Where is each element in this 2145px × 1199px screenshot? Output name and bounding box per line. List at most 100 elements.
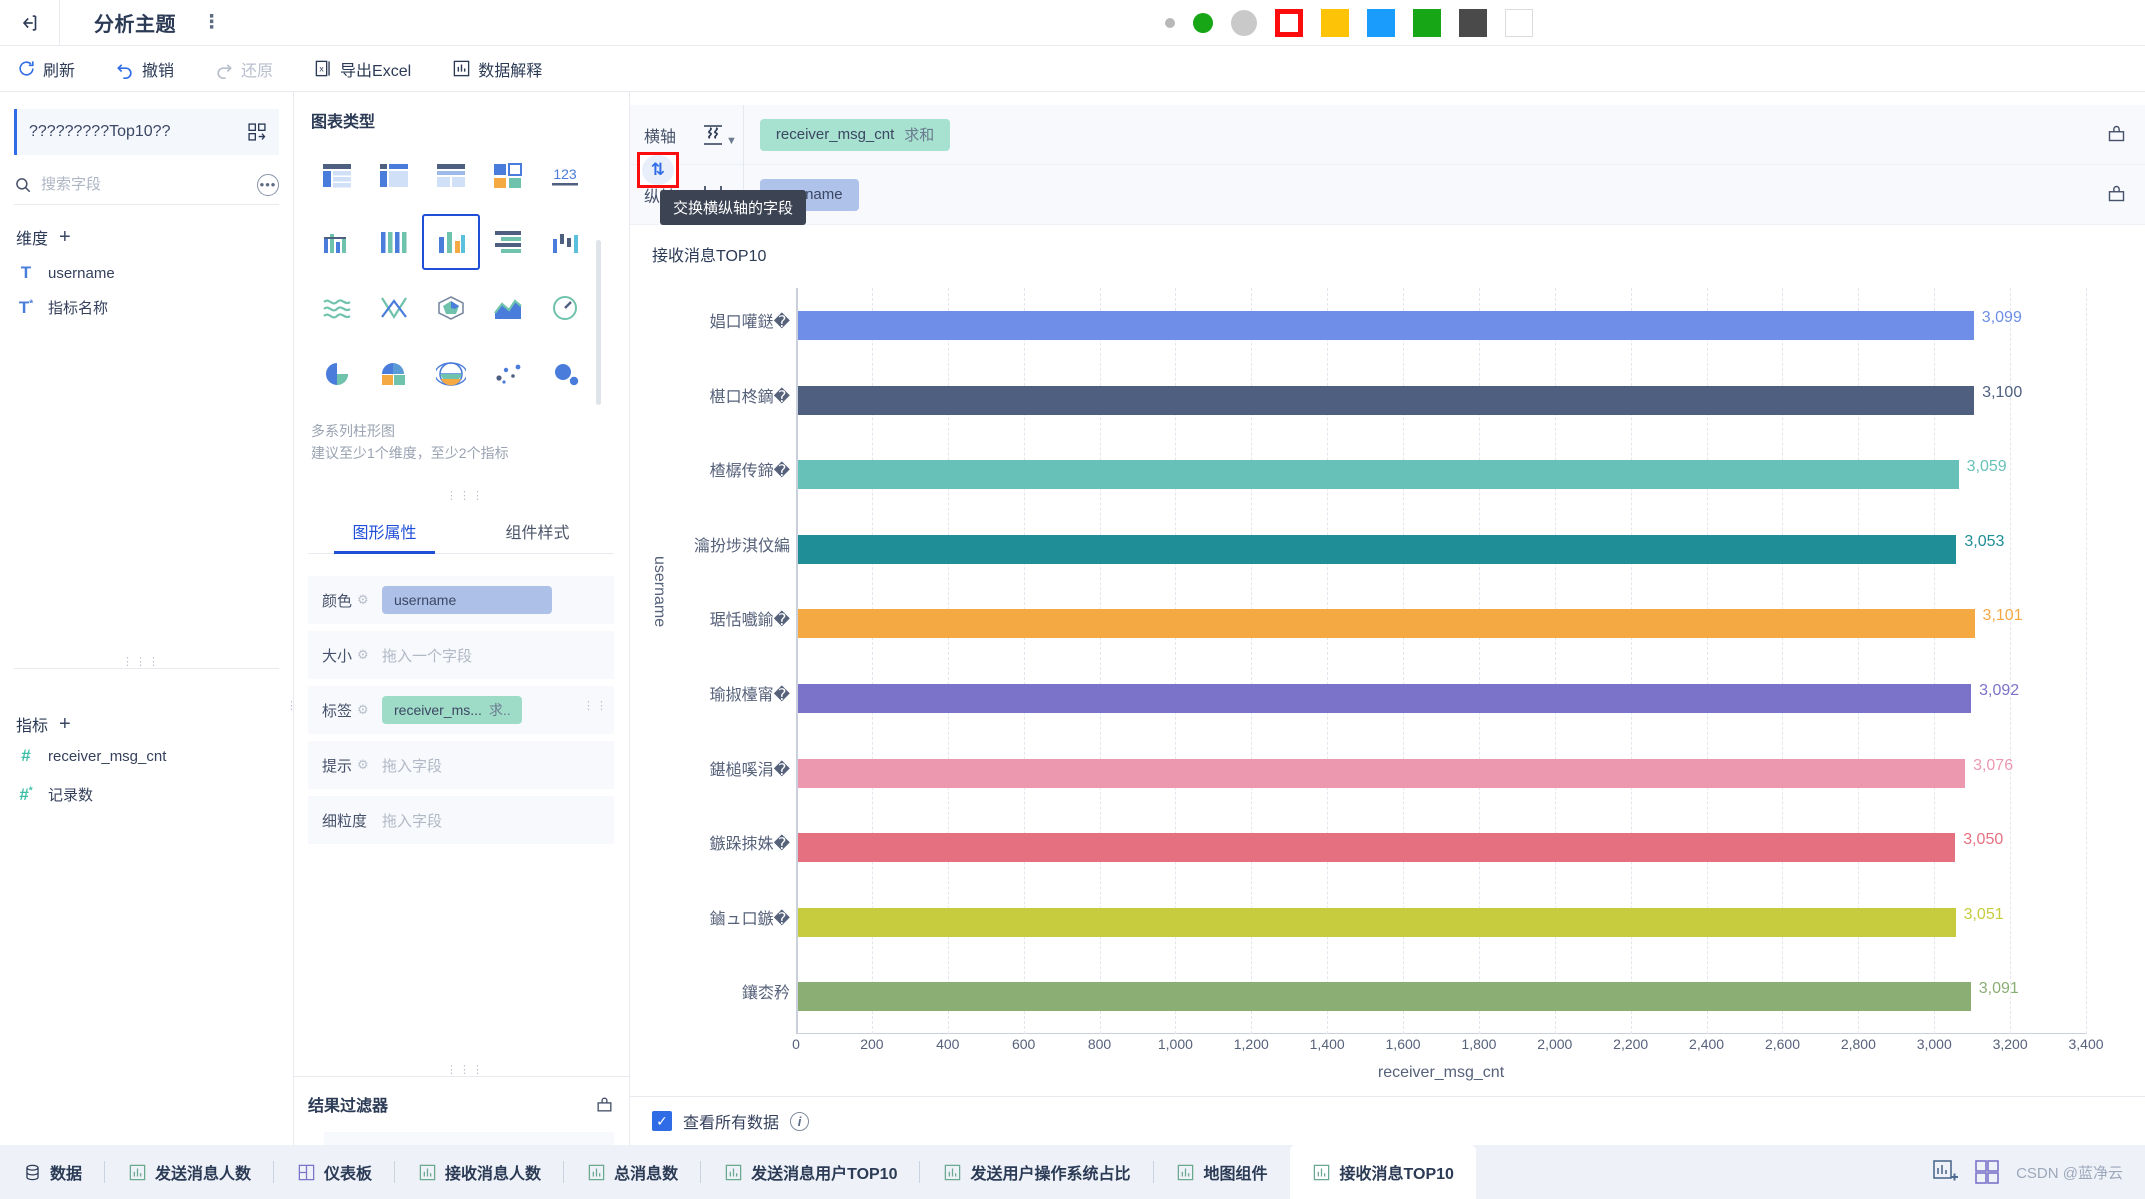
shelf-placeholder: 拖入一个字段 <box>382 647 473 665</box>
x-axis-pill[interactable]: receiver_msg_cnt 求和 <box>759 118 951 151</box>
recorder-swatch-white[interactable] <box>1505 9 1533 37</box>
export-excel-button[interactable]: x 导出Excel <box>307 53 417 85</box>
chart-type-grouped-column-icon[interactable] <box>308 214 365 270</box>
switch-dataset-icon[interactable] <box>247 122 267 142</box>
bar[interactable] <box>798 534 1957 564</box>
result-filter-grip[interactable]: ⋮⋮⋮ <box>446 1065 483 1076</box>
gear-icon[interactable]: ⚙ <box>357 757 369 773</box>
bar[interactable] <box>798 684 1972 713</box>
x-axis-shelf[interactable]: 横轴 ▼ receiver_msg_cnt 求和 <box>630 104 2145 165</box>
info-icon[interactable]: i <box>790 1111 810 1131</box>
tab-graphic-attributes[interactable]: 图形属性 <box>308 510 461 554</box>
field-item-record-count[interactable]: #* 记录数 <box>16 784 93 805</box>
bar[interactable] <box>798 982 1971 1012</box>
chart-type-radar-icon[interactable] <box>422 280 479 336</box>
chart-type-globe-icon[interactable] <box>422 346 479 402</box>
recorder-swatch-dark[interactable] <box>1459 9 1487 37</box>
bar[interactable] <box>798 907 1956 937</box>
gear-icon[interactable]: ⚙ <box>357 592 369 608</box>
undo-button[interactable]: 撤销 <box>109 53 180 85</box>
chart-type-bubble-icon[interactable] <box>537 346 594 402</box>
gear-icon[interactable]: ⚙ <box>357 647 369 663</box>
number-calc-field-icon: #* <box>19 784 33 804</box>
field-item-username[interactable]: T username <box>16 263 279 283</box>
field-label: username <box>48 264 115 282</box>
config-panel-edge-handle[interactable]: ⋮⋮ <box>583 701 609 712</box>
refresh-button[interactable]: 刷新 <box>10 53 81 85</box>
tab-component-style[interactable]: 组件样式 <box>461 510 614 553</box>
chart-type-scrollbar[interactable] <box>596 240 601 405</box>
footer-actions: CSDN @蓝净云 <box>1932 1145 2135 1199</box>
recorder-swatch-blue[interactable] <box>1367 9 1395 37</box>
footer-tab-8[interactable]: 接收消息TOP10 <box>1289 1145 1476 1199</box>
footer-tab-0[interactable]: 数据 <box>0 1145 104 1199</box>
x-axis-lock-icon[interactable] <box>2106 123 2127 144</box>
more-options-icon[interactable]: ••• <box>257 173 279 196</box>
view-all-checkbox[interactable]: ✓ <box>652 1111 672 1131</box>
shelf-pill-username[interactable]: username <box>382 586 552 614</box>
text-field-icon: T <box>20 263 32 282</box>
footer-tab-5[interactable]: 发送消息用户TOP10 <box>701 1145 919 1199</box>
dataset-selector[interactable]: ?????????Top10?? <box>14 109 279 155</box>
chart-type-table-icon[interactable] <box>308 148 365 204</box>
chart-type-stacked-column-icon[interactable] <box>365 214 422 270</box>
lock-icon[interactable] <box>595 1095 614 1114</box>
chart-type-gauge-icon[interactable] <box>537 280 594 336</box>
result-filter-title: 结果过滤器 <box>308 1098 389 1115</box>
chart-type-multi-series-column-icon[interactable] <box>422 214 480 270</box>
footer-tab-label: 发送消息用户TOP10 <box>751 1166 898 1183</box>
footer-tab-3[interactable]: 接收消息人数 <box>395 1145 563 1199</box>
chart-type-area-icon[interactable] <box>480 280 537 336</box>
chart-type-pie-icon[interactable] <box>308 346 365 402</box>
chart-type-dual-line-icon[interactable] <box>365 280 422 336</box>
dataset-name: ?????????Top10?? <box>29 123 171 140</box>
title-menu-button[interactable]: ⋮ <box>202 13 221 32</box>
shelf-size[interactable]: 大小 ⚙ 拖入一个字段 <box>308 631 614 679</box>
field-item-receiver-msg-cnt[interactable]: # receiver_msg_cnt <box>16 746 166 766</box>
search-input[interactable] <box>41 176 248 193</box>
footer-tab-1[interactable]: 发送消息人数 <box>105 1145 273 1199</box>
config-panel-grip[interactable]: ⋮⋮⋮ <box>446 491 483 502</box>
shelf-tooltip[interactable]: 提示 ⚙ 拖入字段 <box>308 741 614 789</box>
footer-tab-7[interactable]: 地图组件 <box>1154 1145 1290 1199</box>
chart-type-scatter-icon[interactable] <box>480 346 537 402</box>
field-item-metric-name[interactable]: T* 指标名称 <box>16 297 279 318</box>
footer-tab-4[interactable]: 总消息数 <box>564 1145 700 1199</box>
bar[interactable] <box>798 833 1956 863</box>
chart-type-number-icon[interactable]: 123 <box>537 148 594 204</box>
footer-tab-2[interactable]: 仪表板 <box>274 1145 394 1199</box>
add-measure-button[interactable]: + <box>59 714 71 734</box>
back-button[interactable] <box>0 0 60 45</box>
data-explain-button[interactable]: 数据解释 <box>445 53 548 85</box>
y-axis-lock-icon[interactable] <box>2106 183 2127 204</box>
chart-type-area-wave-icon[interactable] <box>308 280 365 336</box>
chart-type-summary-table-icon[interactable] <box>422 148 479 204</box>
bar[interactable] <box>798 758 1966 788</box>
gear-icon[interactable]: ⚙ <box>357 702 369 718</box>
add-dimension-button[interactable]: + <box>59 227 71 247</box>
recorder-swatch-red[interactable] <box>1275 9 1303 37</box>
bar[interactable] <box>798 311 1974 340</box>
panel-resize-handle[interactable]: ⋮⋮⋮ <box>122 657 159 668</box>
shelf-pill-receiver-msg[interactable]: receiver_ms... 求.. <box>382 696 522 724</box>
recorder-swatch-yellow[interactable] <box>1321 9 1349 37</box>
chart-type-multi-pie-icon[interactable] <box>365 346 422 402</box>
swap-axes-button[interactable]: ⇅ <box>637 152 679 188</box>
y-axis-shelf[interactable]: 纵轴 ▼ username <box>630 164 2145 225</box>
chart-type-kpi-grid-icon[interactable] <box>480 148 537 204</box>
redo-button[interactable]: 还原 <box>208 53 279 85</box>
shelf-color[interactable]: 颜色 ⚙ username <box>308 576 614 624</box>
add-chart-icon[interactable] <box>1932 1159 1959 1185</box>
bar[interactable] <box>798 460 1959 490</box>
footer-tab-6[interactable]: 发送用户操作系统占比 <box>920 1145 1152 1199</box>
add-dashboard-icon[interactable] <box>1974 1159 2000 1185</box>
shelf-label-field[interactable]: 标签 ⚙ receiver_ms... 求.. <box>308 686 614 734</box>
chevron-down-icon[interactable]: ▼ <box>726 135 737 147</box>
bar[interactable] <box>798 609 1975 639</box>
recorder-swatch-green[interactable] <box>1413 9 1441 37</box>
chart-type-crosstab-icon[interactable] <box>365 148 422 204</box>
shelf-granularity[interactable]: 细粒度 拖入字段 <box>308 796 614 844</box>
chart-type-waterfall-icon[interactable] <box>537 214 594 270</box>
chart-type-bar-icon[interactable] <box>480 214 537 270</box>
bar[interactable] <box>798 385 1975 415</box>
